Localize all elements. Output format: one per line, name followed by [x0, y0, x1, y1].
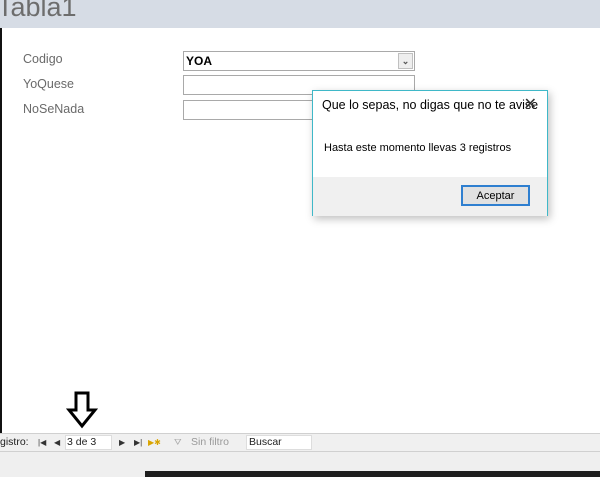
- new-record-icon[interactable]: ▶✱: [148, 438, 161, 447]
- next-record-icon[interactable]: ▶: [119, 438, 125, 447]
- record-selector-border: [0, 28, 2, 433]
- codigo-value: YOA: [186, 54, 213, 68]
- dialog-title: Que lo sepas, no digas que no te avise: [322, 98, 539, 112]
- first-record-icon[interactable]: |◀: [38, 438, 46, 447]
- record-navigation-bar: gistro: |◀ ◀ 3 de 3 ▶ ▶| ▶✱ ⛛ Sin filtro…: [0, 433, 600, 452]
- label-nosenada: NoSeNada: [23, 102, 85, 116]
- filter-icon: ⛛: [174, 437, 182, 447]
- codigo-combo[interactable]: YOA ⌄: [183, 51, 415, 71]
- message-dialog: Que lo sepas, no digas que no te avise ✕…: [312, 90, 548, 216]
- form-header: Tabla1: [0, 0, 600, 28]
- dialog-message: Hasta este momento llevas 3 registros: [324, 142, 512, 154]
- previous-record-icon[interactable]: ◀: [54, 438, 60, 447]
- accept-button[interactable]: Aceptar: [461, 185, 530, 206]
- down-arrow-icon: [66, 391, 98, 429]
- label-codigo: Codigo: [23, 52, 63, 66]
- label-yoquese: YoQuese: [23, 77, 74, 91]
- chevron-down-icon[interactable]: ⌄: [398, 53, 413, 69]
- form-title: Tabla1: [0, 0, 77, 22]
- close-icon[interactable]: ✕: [524, 94, 537, 114]
- last-record-icon[interactable]: ▶|: [134, 438, 142, 447]
- search-input[interactable]: Buscar: [246, 435, 312, 450]
- no-filter-button[interactable]: Sin filtro: [191, 436, 229, 448]
- record-label: gistro:: [0, 436, 29, 448]
- taskbar-strip: [145, 471, 600, 477]
- current-record-input[interactable]: 3 de 3: [65, 435, 112, 450]
